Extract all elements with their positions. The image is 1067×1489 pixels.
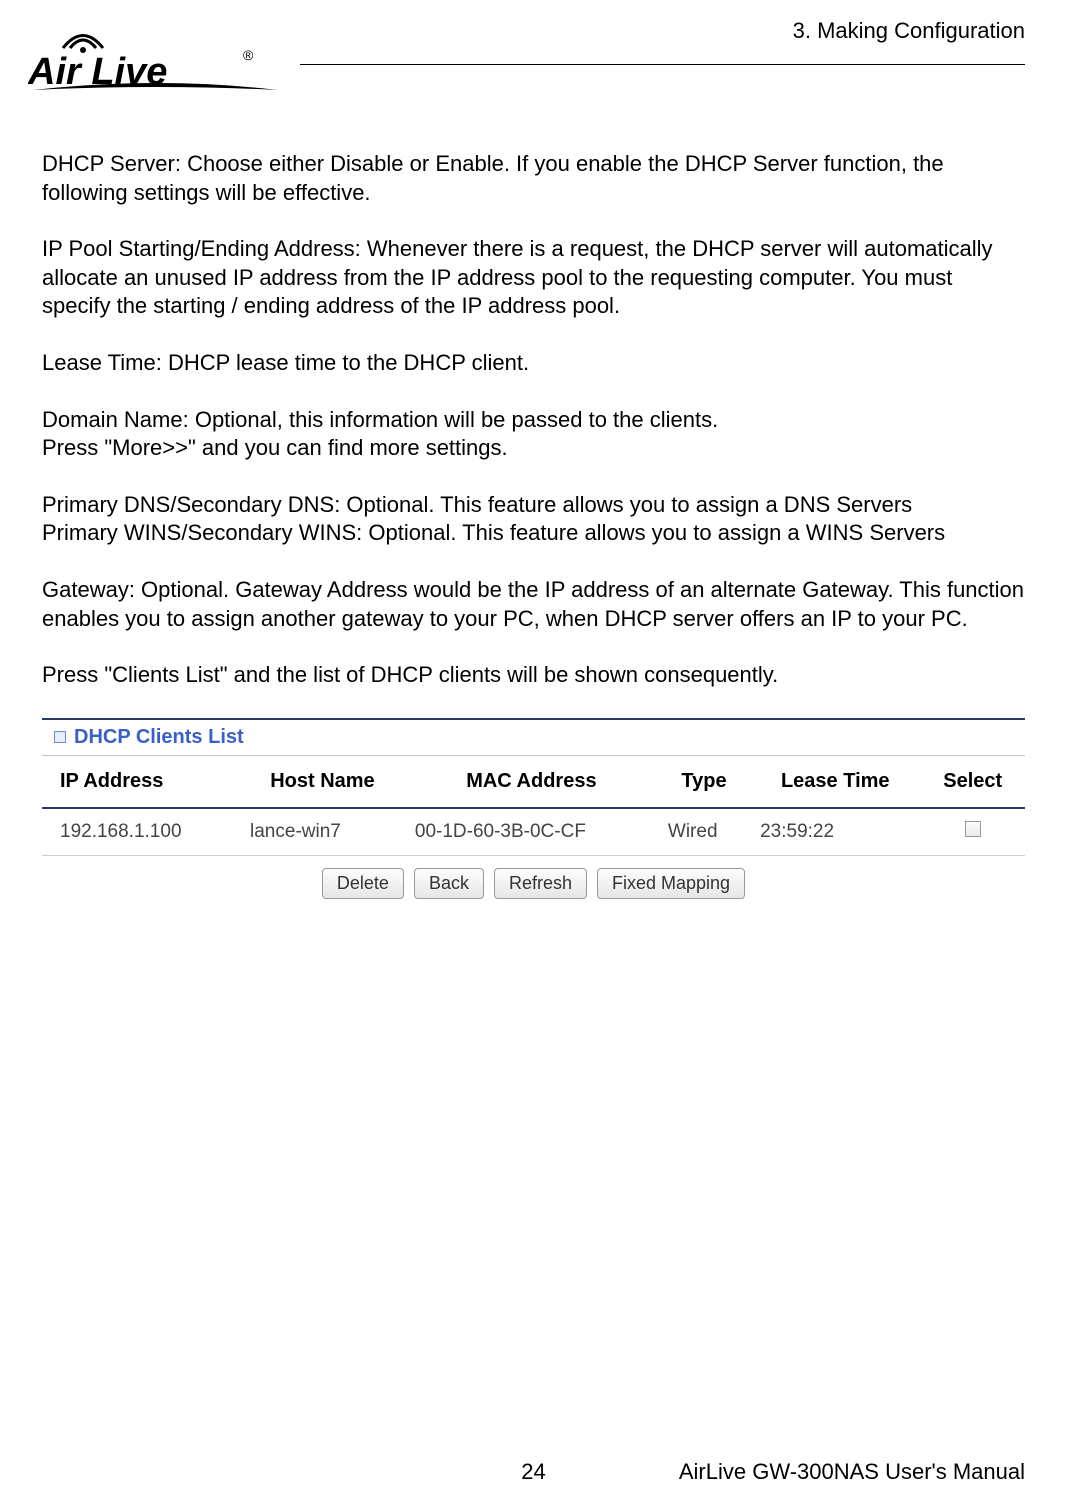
col-type: Type [658,756,750,808]
col-host: Host Name [240,756,405,808]
back-button[interactable]: Back [414,868,484,899]
panel-title: DHCP Clients List [74,726,244,749]
cell-lease: 23:59:22 [750,808,920,856]
dhcp-clients-panel: DHCP Clients List IP Address Host Name M… [42,718,1025,915]
paragraph-more: Press "More>>" and you can find more set… [42,434,1025,463]
footer-title: AirLive GW-300NAS User's Manual [679,1459,1025,1485]
col-mac: MAC Address [405,756,658,808]
paragraph-lease-time: Lease Time: DHCP lease time to the DHCP … [42,349,1025,378]
paragraph-domain-name: Domain Name: Optional, this information … [42,406,1025,435]
delete-button[interactable]: Delete [322,868,404,899]
paragraph-clients-list: Press "Clients List" and the list of DHC… [42,661,1025,690]
button-row: Delete Back Refresh Fixed Mapping [42,856,1025,915]
paragraph-dhcp-server: DHCP Server: Choose either Disable or En… [42,150,1025,207]
cell-type: Wired [658,808,750,856]
col-ip: IP Address [42,756,240,808]
col-lease: Lease Time [750,756,920,808]
airlive-logo: Air Live ® [28,18,283,103]
header-rule [300,64,1025,65]
cell-ip: 192.168.1.100 [42,808,240,856]
col-select: Select [920,756,1025,808]
clients-table: IP Address Host Name MAC Address Type Le… [42,756,1025,856]
cell-select [920,808,1025,856]
fixed-mapping-button[interactable]: Fixed Mapping [597,868,745,899]
page-number: 24 [521,1459,545,1485]
panel-icon [54,731,66,743]
table-header-row: IP Address Host Name MAC Address Type Le… [42,756,1025,808]
paragraph-wins: Primary WINS/Secondary WINS: Optional. T… [42,519,1025,548]
cell-host: lance-win7 [240,808,405,856]
body-text: DHCP Server: Choose either Disable or En… [0,110,1067,690]
cell-mac: 00-1D-60-3B-0C-CF [405,808,658,856]
svg-text:®: ® [243,47,254,63]
page-header: Air Live ® 3. Making Configuration [0,0,1067,110]
table-row: 192.168.1.100 lance-win7 00-1D-60-3B-0C-… [42,808,1025,856]
paragraph-dns: Primary DNS/Secondary DNS: Optional. Thi… [42,491,1025,520]
paragraph-ip-pool: IP Pool Starting/Ending Address: Wheneve… [42,235,1025,321]
select-checkbox[interactable] [965,821,981,837]
chapter-title: 3. Making Configuration [793,18,1025,44]
refresh-button[interactable]: Refresh [494,868,587,899]
paragraph-gateway: Gateway: Optional. Gateway Address would… [42,576,1025,633]
panel-title-bar: DHCP Clients List [42,720,1025,756]
